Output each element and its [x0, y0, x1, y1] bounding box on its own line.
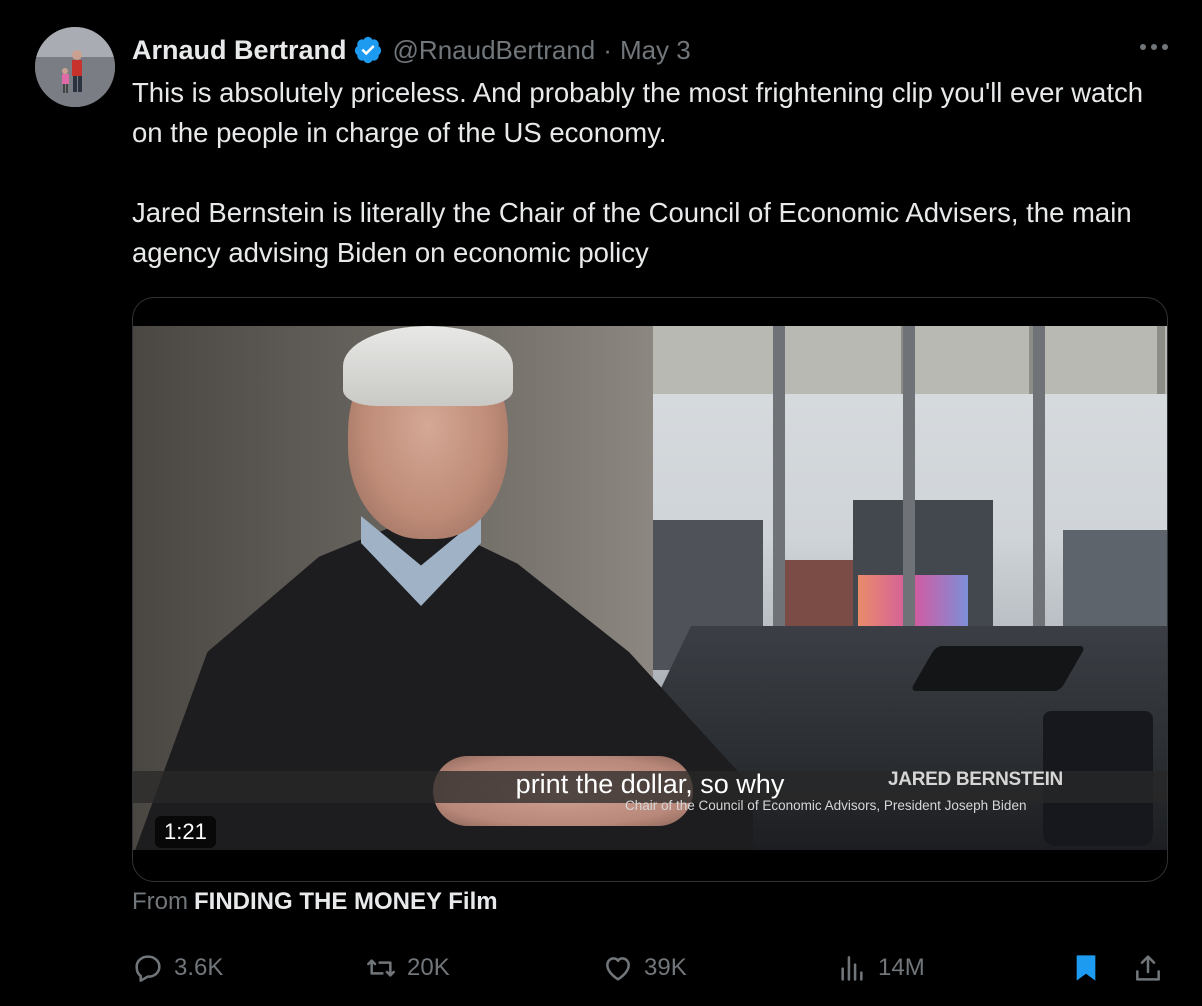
heart-icon [606, 956, 630, 981]
author-name[interactable]: Arnaud Bertrand [132, 35, 347, 66]
author-avatar[interactable] [35, 27, 115, 107]
media-source: From FINDING THE MONEY Film [132, 888, 498, 916]
tweet-paragraph-2: Jared Bernstein is literally the Chair o… [132, 197, 1132, 268]
views-button[interactable]: 14M [836, 945, 925, 990]
tweet-date[interactable]: May 3 [620, 35, 691, 66]
video-conference-device [910, 646, 1086, 691]
video-subtitle: print the dollar, so why [515, 769, 785, 799]
video-duration-badge: 1:21 [155, 816, 216, 848]
like-button[interactable]: 39K [602, 945, 687, 990]
bookmark-button[interactable] [1070, 945, 1112, 990]
video-frame[interactable]: JARED BERNSTEIN Chair of the Council of … [133, 326, 1167, 850]
more-options-icon[interactable] [1134, 32, 1174, 62]
reply-count: 3.6K [174, 953, 224, 981]
repost-count: 20K [407, 953, 450, 981]
repost-button[interactable]: 20K [365, 945, 450, 990]
view-count: 14M [878, 953, 925, 981]
repost-icon [367, 958, 395, 977]
author-handle[interactable]: @RnaudBertrand [393, 35, 596, 66]
like-count: 39K [644, 953, 687, 981]
ellipsis-icon [1140, 44, 1168, 50]
analytics-icon [841, 955, 863, 981]
avatar-image [35, 27, 115, 107]
video-person-hair [343, 326, 513, 406]
tweet-paragraph-1: This is absolutely priceless. And probab… [132, 77, 1144, 148]
header-separator: · [603, 34, 612, 65]
tweet-text: This is absolutely priceless. And probab… [132, 73, 1152, 273]
reply-button[interactable]: 3.6K [132, 945, 223, 990]
media-source-link[interactable]: FINDING THE MONEY Film [194, 888, 498, 915]
tweet-header: Arnaud Bertrand @RnaudBertrand · May 3 [132, 30, 691, 70]
bookmark-icon [1076, 954, 1096, 981]
video-player[interactable]: JARED BERNSTEIN Chair of the Council of … [132, 297, 1168, 882]
share-icon [1136, 954, 1160, 981]
verified-badge-icon[interactable] [353, 35, 383, 65]
media-source-prefix: From [132, 888, 188, 915]
reply-icon [135, 954, 161, 982]
tweet-actions: 3.6K 20K 39K 14M [132, 945, 1172, 990]
lower-third-title: Chair of the Council of Economic Advisor… [625, 798, 1027, 813]
share-button[interactable] [1132, 945, 1174, 990]
